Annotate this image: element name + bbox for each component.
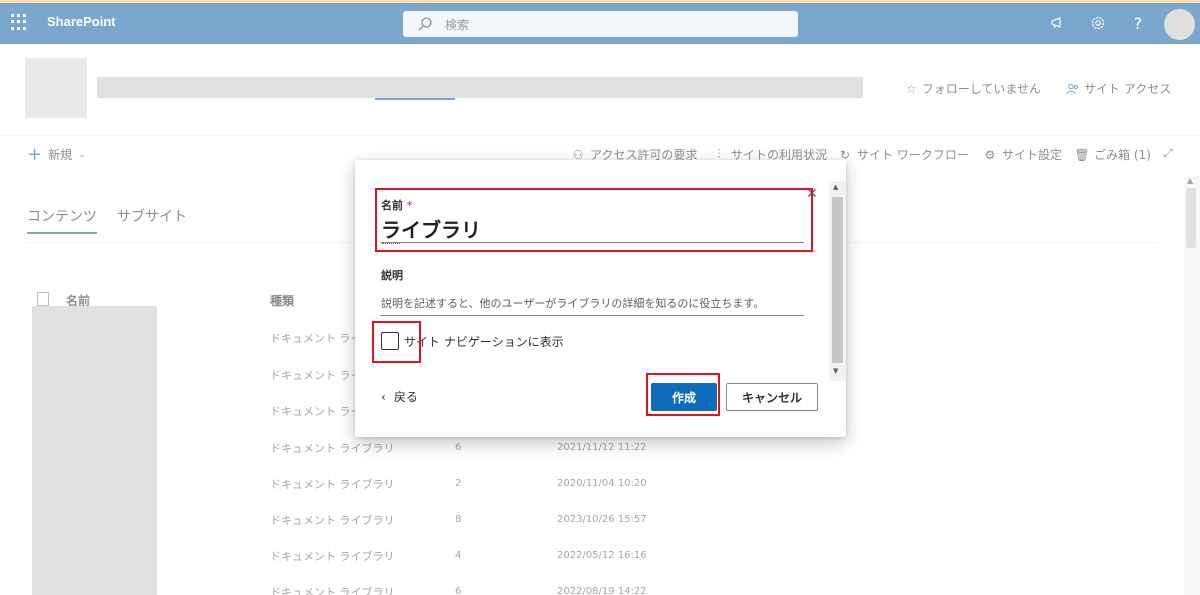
description-label: 説明 xyxy=(381,269,403,282)
create-button[interactable]: 作成 xyxy=(651,383,717,411)
required-mark: * xyxy=(406,199,413,212)
name-field-label: 名前 * xyxy=(381,197,412,213)
description-input[interactable] xyxy=(380,292,804,316)
back-label: 戻る xyxy=(393,390,418,404)
show-in-navigation-checkbox[interactable] xyxy=(381,332,399,350)
scroll-up-icon[interactable]: ▲ xyxy=(833,183,838,191)
name-input-underline xyxy=(380,242,804,243)
chevron-left-icon: ‹ xyxy=(381,389,386,404)
name-label-text: 名前 xyxy=(381,199,403,212)
scroll-down-icon[interactable]: ▼ xyxy=(833,367,838,375)
back-button[interactable]: ‹ 戻る xyxy=(381,388,418,405)
name-input[interactable]: ライブラリ xyxy=(381,214,481,243)
spellcheck-indicator xyxy=(382,241,400,244)
show-in-navigation-label[interactable]: サイト ナビゲーションに表示 xyxy=(404,333,564,350)
dialog-scroll-thumb[interactable] xyxy=(832,197,843,363)
dialog-scrollbar[interactable]: ▲ ▼ xyxy=(829,181,846,381)
close-icon[interactable]: ✕ xyxy=(806,186,818,202)
cancel-button[interactable]: キャンセル xyxy=(726,383,818,411)
